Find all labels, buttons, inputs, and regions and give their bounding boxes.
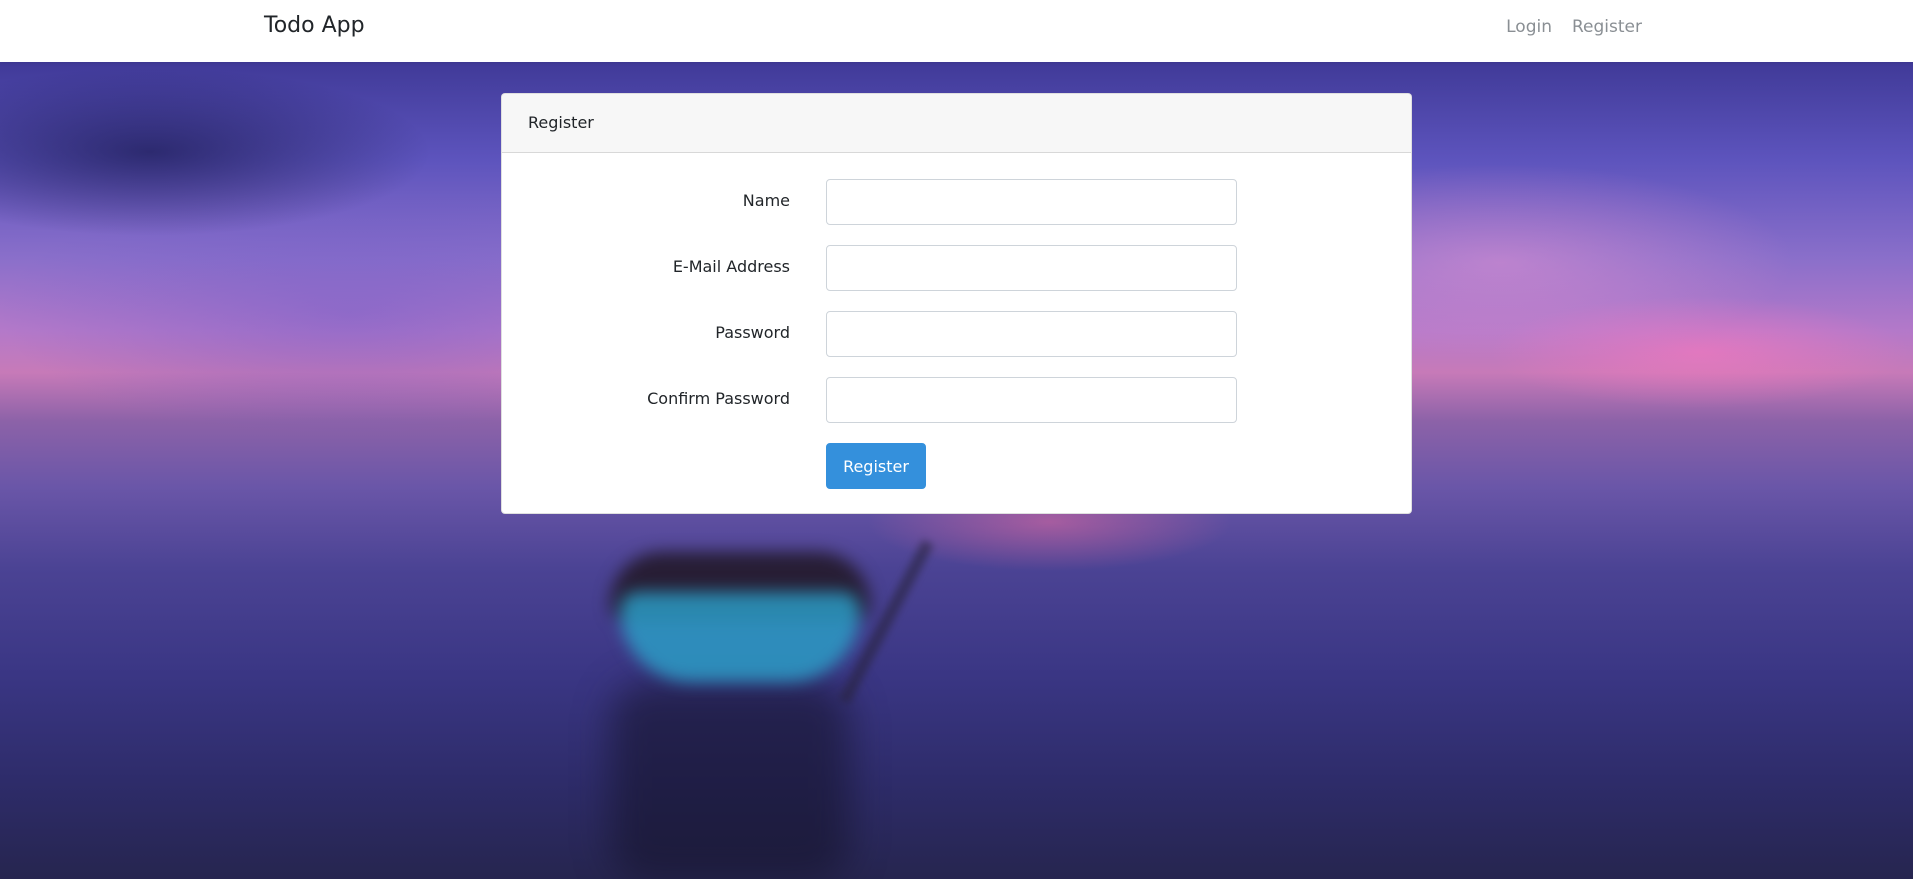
form-row-name: Name [502, 179, 1413, 225]
form-row-password: Password [502, 311, 1413, 357]
register-button[interactable]: Register [826, 443, 926, 489]
password-label: Password [715, 323, 790, 342]
password-input[interactable] [826, 311, 1237, 357]
nav-links: Login Register [1506, 17, 1642, 37]
navbar: Todo App Login Register [0, 0, 1913, 62]
name-label: Name [742, 191, 790, 210]
confirm-password-input[interactable] [826, 377, 1237, 423]
form-row-email: E-Mail Address [502, 245, 1413, 291]
email-input[interactable] [826, 245, 1237, 291]
email-label: E-Mail Address [672, 257, 790, 276]
confirm-password-label: Confirm Password [647, 389, 790, 408]
boat-image [600, 522, 880, 722]
nav-register-link[interactable]: Register [1572, 17, 1642, 37]
brand-link[interactable]: Todo App [264, 13, 365, 38]
register-card: Register Name E-Mail Address Password Co… [501, 93, 1412, 514]
form-row-confirm-password: Confirm Password [502, 377, 1413, 423]
name-input[interactable] [826, 179, 1237, 225]
nav-login-link[interactable]: Login [1506, 17, 1552, 37]
card-header: Register [502, 94, 1411, 153]
